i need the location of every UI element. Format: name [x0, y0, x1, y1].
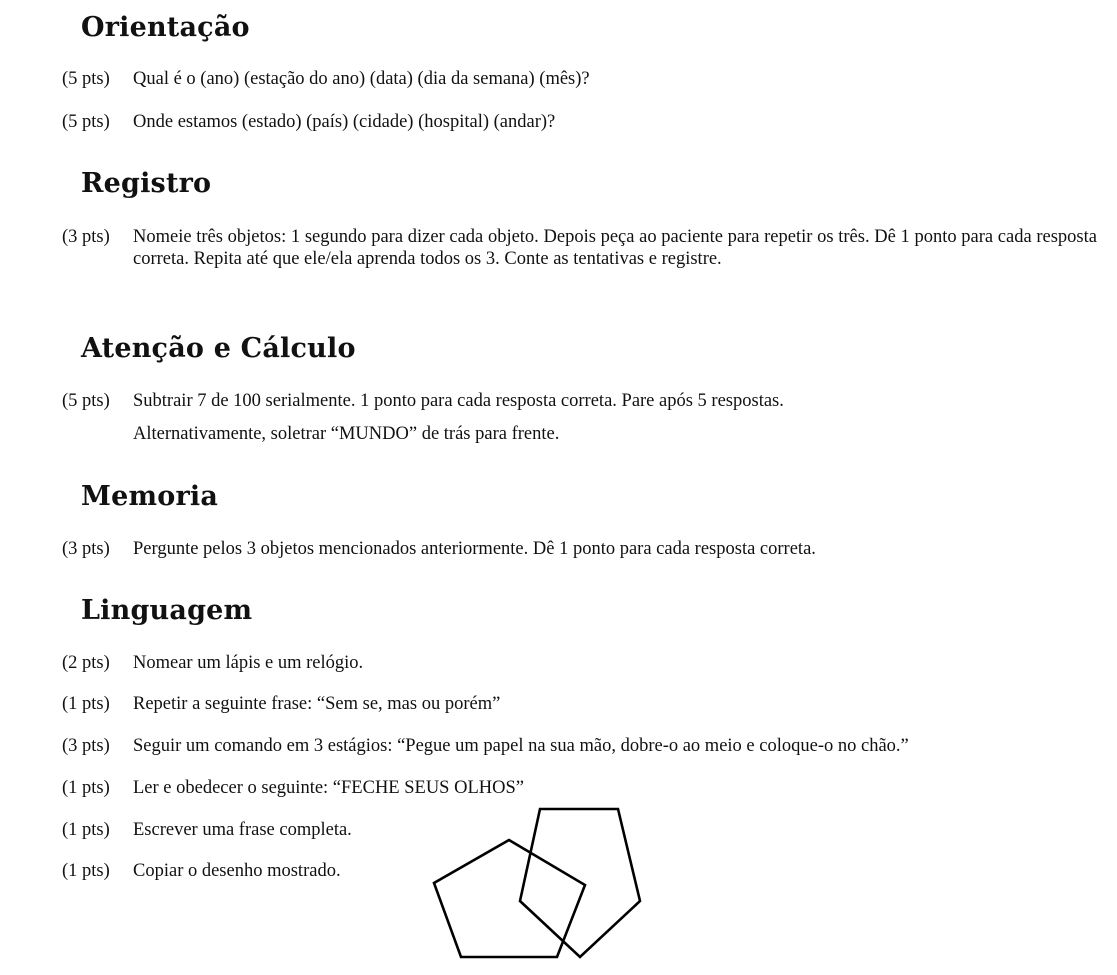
item-continuation-text: Alternativamente, soletrar “MUNDO” de tr… [133, 424, 560, 444]
points-label: (3 pts) [62, 227, 110, 247]
intersecting-pentagons-icon [432, 807, 642, 959]
points-label: (1 pts) [62, 861, 110, 881]
item-linguagem-3: (3 pts) Seguir um comando em 3 estágios:… [62, 735, 1097, 757]
item-text: Subtrair 7 de 100 serialmente. 1 ponto p… [133, 391, 784, 411]
item-orientacao-1: (5 pts) Qual é o (ano) (estação do ano) … [62, 68, 1097, 90]
points-label: (1 pts) [62, 694, 110, 714]
item-text: Ler e obedecer o seguinte: “FECHE SEUS O… [133, 778, 524, 798]
item-text: Nomear um lápis e um relógio. [133, 653, 364, 673]
item-text: Pergunte pelos 3 objetos mencionados ant… [133, 539, 816, 559]
item-linguagem-4: (1 pts) Ler e obedecer o seguinte: “FECH… [62, 777, 1097, 799]
points-label: (3 pts) [62, 736, 110, 756]
section-title-linguagem: Linguagem [81, 595, 253, 626]
points-label: (5 pts) [62, 391, 110, 411]
section-title-orientacao: Orientação [81, 12, 250, 43]
points-label: (5 pts) [62, 112, 110, 132]
points-label: (2 pts) [62, 653, 110, 673]
points-label: (1 pts) [62, 778, 110, 798]
item-registro-1: (3 pts) Nomeie três objetos: 1 segundo p… [62, 226, 1097, 270]
section-title-registro: Registro [81, 168, 212, 199]
item-atencao-1: (5 pts) Subtrair 7 de 100 serialmente. 1… [62, 390, 1097, 412]
item-linguagem-1: (2 pts) Nomear um lápis e um relógio. [62, 652, 1097, 674]
points-label: (5 pts) [62, 69, 110, 89]
item-linguagem-2: (1 pts) Repetir a seguinte frase: “Sem s… [62, 693, 1097, 715]
item-memoria-1: (3 pts) Pergunte pelos 3 objetos mencion… [62, 538, 1097, 560]
points-label: (3 pts) [62, 539, 110, 559]
item-text: Seguir um comando em 3 estágios: “Pegue … [133, 736, 909, 756]
item-text: Repetir a seguinte frase: “Sem se, mas o… [133, 694, 501, 714]
points-label: (1 pts) [62, 820, 110, 840]
mmse-form: Orientação (5 pts) Qual é o (ano) (estaç… [0, 0, 1117, 975]
section-title-atencao-calculo: Atenção e Cálculo [81, 333, 356, 364]
item-orientacao-2: (5 pts) Onde estamos (estado) (país) (ci… [62, 111, 1097, 133]
item-text: Qual é o (ano) (estação do ano) (data) (… [133, 69, 590, 89]
item-text: Nomeie três objetos: 1 segundo para dize… [133, 227, 1097, 269]
section-title-memoria: Memoria [81, 481, 219, 512]
item-text: Onde estamos (estado) (país) (cidade) (h… [133, 112, 556, 132]
